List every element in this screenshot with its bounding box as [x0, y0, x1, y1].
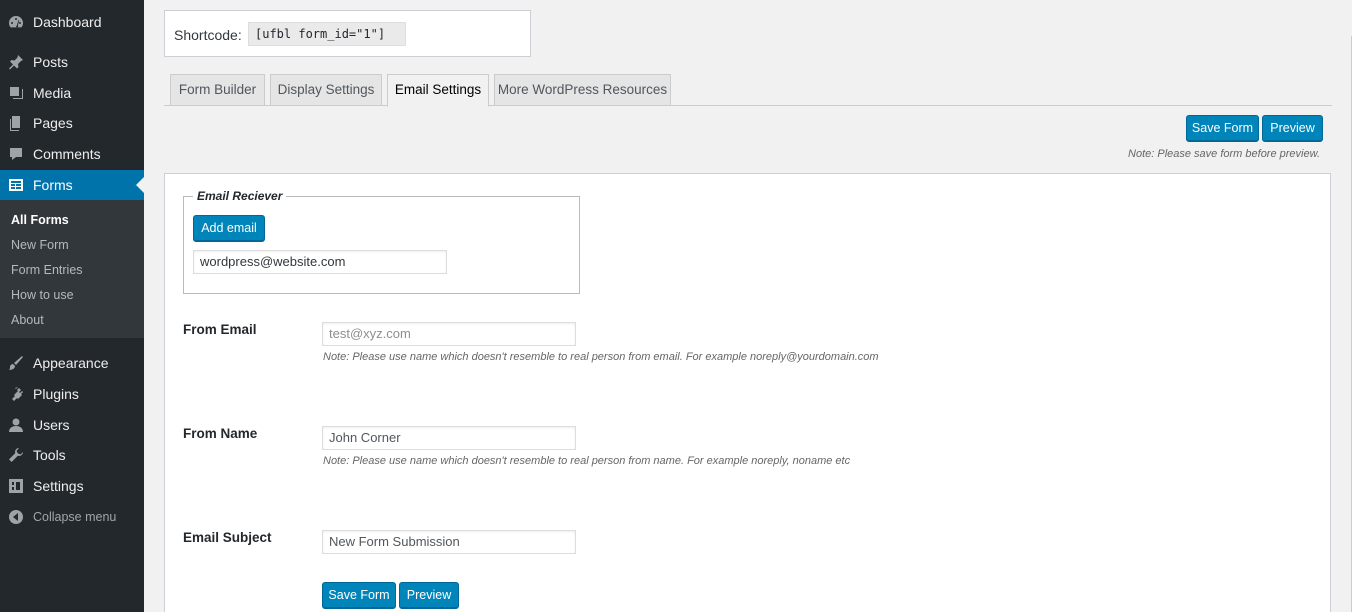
receiver-email-input[interactable]: wordpress@website.com — [193, 250, 447, 274]
wrench-icon — [8, 447, 24, 463]
menu-label: Posts — [33, 54, 69, 70]
preview-button[interactable]: Preview — [1262, 115, 1323, 142]
menu-label: Pages — [33, 115, 73, 131]
media-icon — [8, 85, 24, 101]
forms-submenu: All Forms New Form Form Entries How to u… — [0, 200, 144, 338]
menu-settings[interactable]: Settings — [0, 471, 144, 501]
menu-label: Comments — [33, 146, 101, 162]
tab-email-settings[interactable]: Email Settings — [387, 74, 489, 107]
plug-icon — [8, 386, 24, 402]
from-email-note: Note: Please use name which doesn't rese… — [323, 351, 879, 363]
menu-label: Media — [33, 85, 72, 101]
menu-label: Plugins — [33, 386, 79, 402]
brush-icon — [8, 355, 24, 371]
submenu-how-to-use[interactable]: How to use — [11, 288, 74, 302]
submenu-new-form[interactable]: New Form — [11, 238, 69, 252]
tab-display-settings[interactable]: Display Settings — [270, 74, 382, 106]
email-subject-input[interactable]: New Form Submission — [322, 530, 576, 554]
collapse-icon — [8, 509, 24, 525]
admin-sidebar: Dashboard Posts Media Pages Comments For… — [0, 0, 144, 612]
from-email-label: From Email — [183, 322, 257, 337]
submenu-all-forms[interactable]: All Forms — [11, 213, 69, 227]
dashboard-icon — [8, 14, 24, 30]
comment-icon — [8, 146, 24, 162]
preview-note: Note: Please save form before preview. — [1128, 148, 1320, 160]
email-subject-label: Email Subject — [183, 530, 272, 545]
collapse-label: Collapse menu — [33, 510, 117, 524]
settings-icon — [8, 478, 24, 494]
tab-form-builder[interactable]: Form Builder — [170, 74, 265, 106]
menu-label: Appearance — [33, 355, 109, 371]
menu-users[interactable]: Users — [0, 410, 144, 440]
add-email-button[interactable]: Add email — [193, 215, 265, 242]
menu-label: Dashboard — [33, 14, 102, 30]
menu-label: Users — [33, 417, 70, 433]
shortcode-value[interactable]: [ufbl form_id="1"] — [248, 22, 406, 46]
menu-tools[interactable]: Tools — [0, 440, 144, 470]
bottom-preview-button[interactable]: Preview — [399, 582, 459, 609]
email-receiver-legend: Email Reciever — [193, 189, 287, 203]
shortcode-box: Shortcode: [ufbl form_id="1"] — [164, 10, 531, 57]
menu-pages[interactable]: Pages — [0, 108, 144, 138]
from-name-note: Note: Please use name which doesn't rese… — [323, 455, 851, 467]
from-name-label: From Name — [183, 426, 258, 441]
menu-media[interactable]: Media — [0, 78, 144, 108]
shortcode-label: Shortcode: — [174, 27, 242, 43]
collapse-menu-button[interactable]: Collapse menu — [0, 502, 144, 532]
pages-icon — [8, 115, 24, 131]
menu-comments[interactable]: Comments — [0, 139, 144, 169]
menu-label: Forms — [33, 177, 73, 193]
menu-plugins[interactable]: Plugins — [0, 379, 144, 409]
from-email-input[interactable]: test@xyz.com — [322, 322, 576, 346]
submenu-about[interactable]: About — [11, 313, 44, 327]
menu-label: Settings — [33, 478, 84, 494]
bottom-save-form-button[interactable]: Save Form — [322, 582, 396, 609]
menu-posts[interactable]: Posts — [0, 47, 144, 77]
submenu-form-entries[interactable]: Form Entries — [11, 263, 83, 277]
pin-icon — [8, 54, 24, 70]
email-receiver-fieldset: Email Reciever Add email wordpress@websi… — [183, 189, 580, 294]
menu-label: Tools — [33, 447, 66, 463]
menu-dashboard[interactable]: Dashboard — [0, 7, 144, 37]
email-settings-panel: Email Reciever Add email wordpress@websi… — [164, 173, 1331, 612]
save-form-button[interactable]: Save Form — [1186, 115, 1259, 142]
user-icon — [8, 417, 24, 433]
menu-forms[interactable]: Forms — [0, 170, 144, 200]
menu-appearance[interactable]: Appearance — [0, 348, 144, 378]
tab-more-resources[interactable]: More WordPress Resources — [494, 74, 671, 106]
from-name-input[interactable]: John Corner — [322, 426, 576, 450]
forms-icon — [8, 177, 24, 193]
